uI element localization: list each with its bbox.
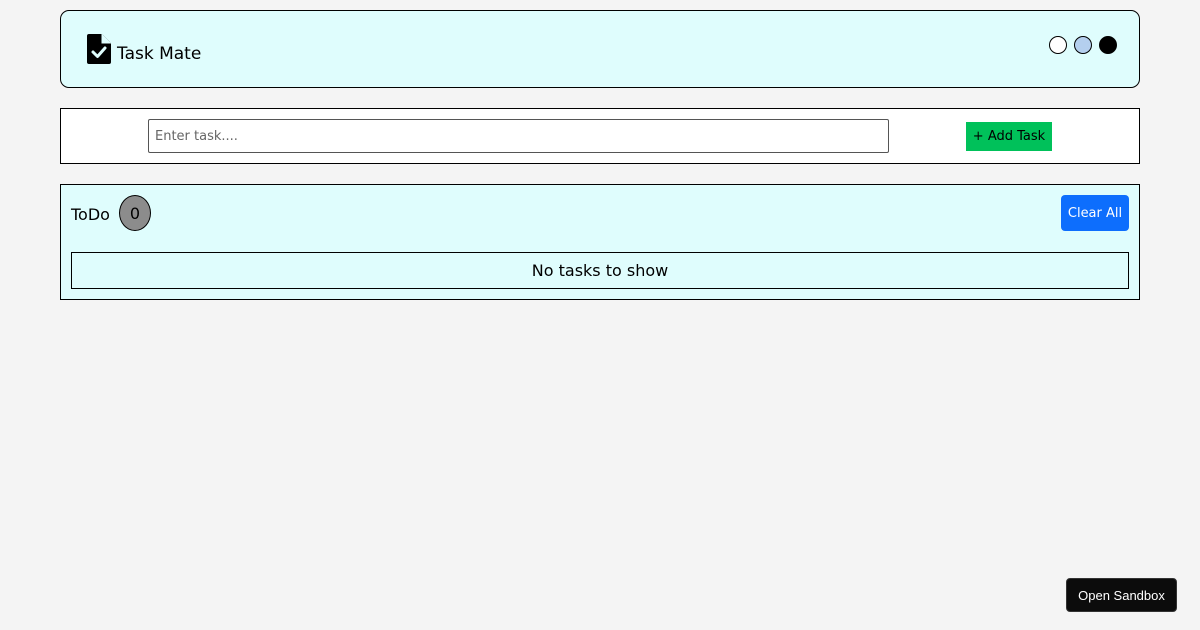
task-input[interactable] [148, 119, 889, 153]
clear-all-button[interactable]: Clear All [1061, 195, 1129, 231]
file-check-icon [87, 34, 111, 64]
task-count-badge: 0 [119, 195, 151, 231]
light-theme-swatch[interactable] [1049, 36, 1067, 54]
app-header: Task Mate [60, 10, 1140, 88]
blue-theme-swatch[interactable] [1074, 36, 1092, 54]
todo-panel: ToDo 0 Clear All No tasks to show [60, 184, 1140, 300]
open-sandbox-button[interactable]: Open Sandbox [1066, 578, 1177, 612]
add-task-button[interactable]: + Add Task [966, 122, 1052, 151]
dark-theme-swatch[interactable] [1099, 36, 1117, 54]
task-input-bar: + Add Task [60, 108, 1140, 164]
empty-state-message: No tasks to show [71, 252, 1129, 289]
todo-title: ToDo [71, 205, 110, 224]
app-title: Task Mate [117, 44, 202, 64]
